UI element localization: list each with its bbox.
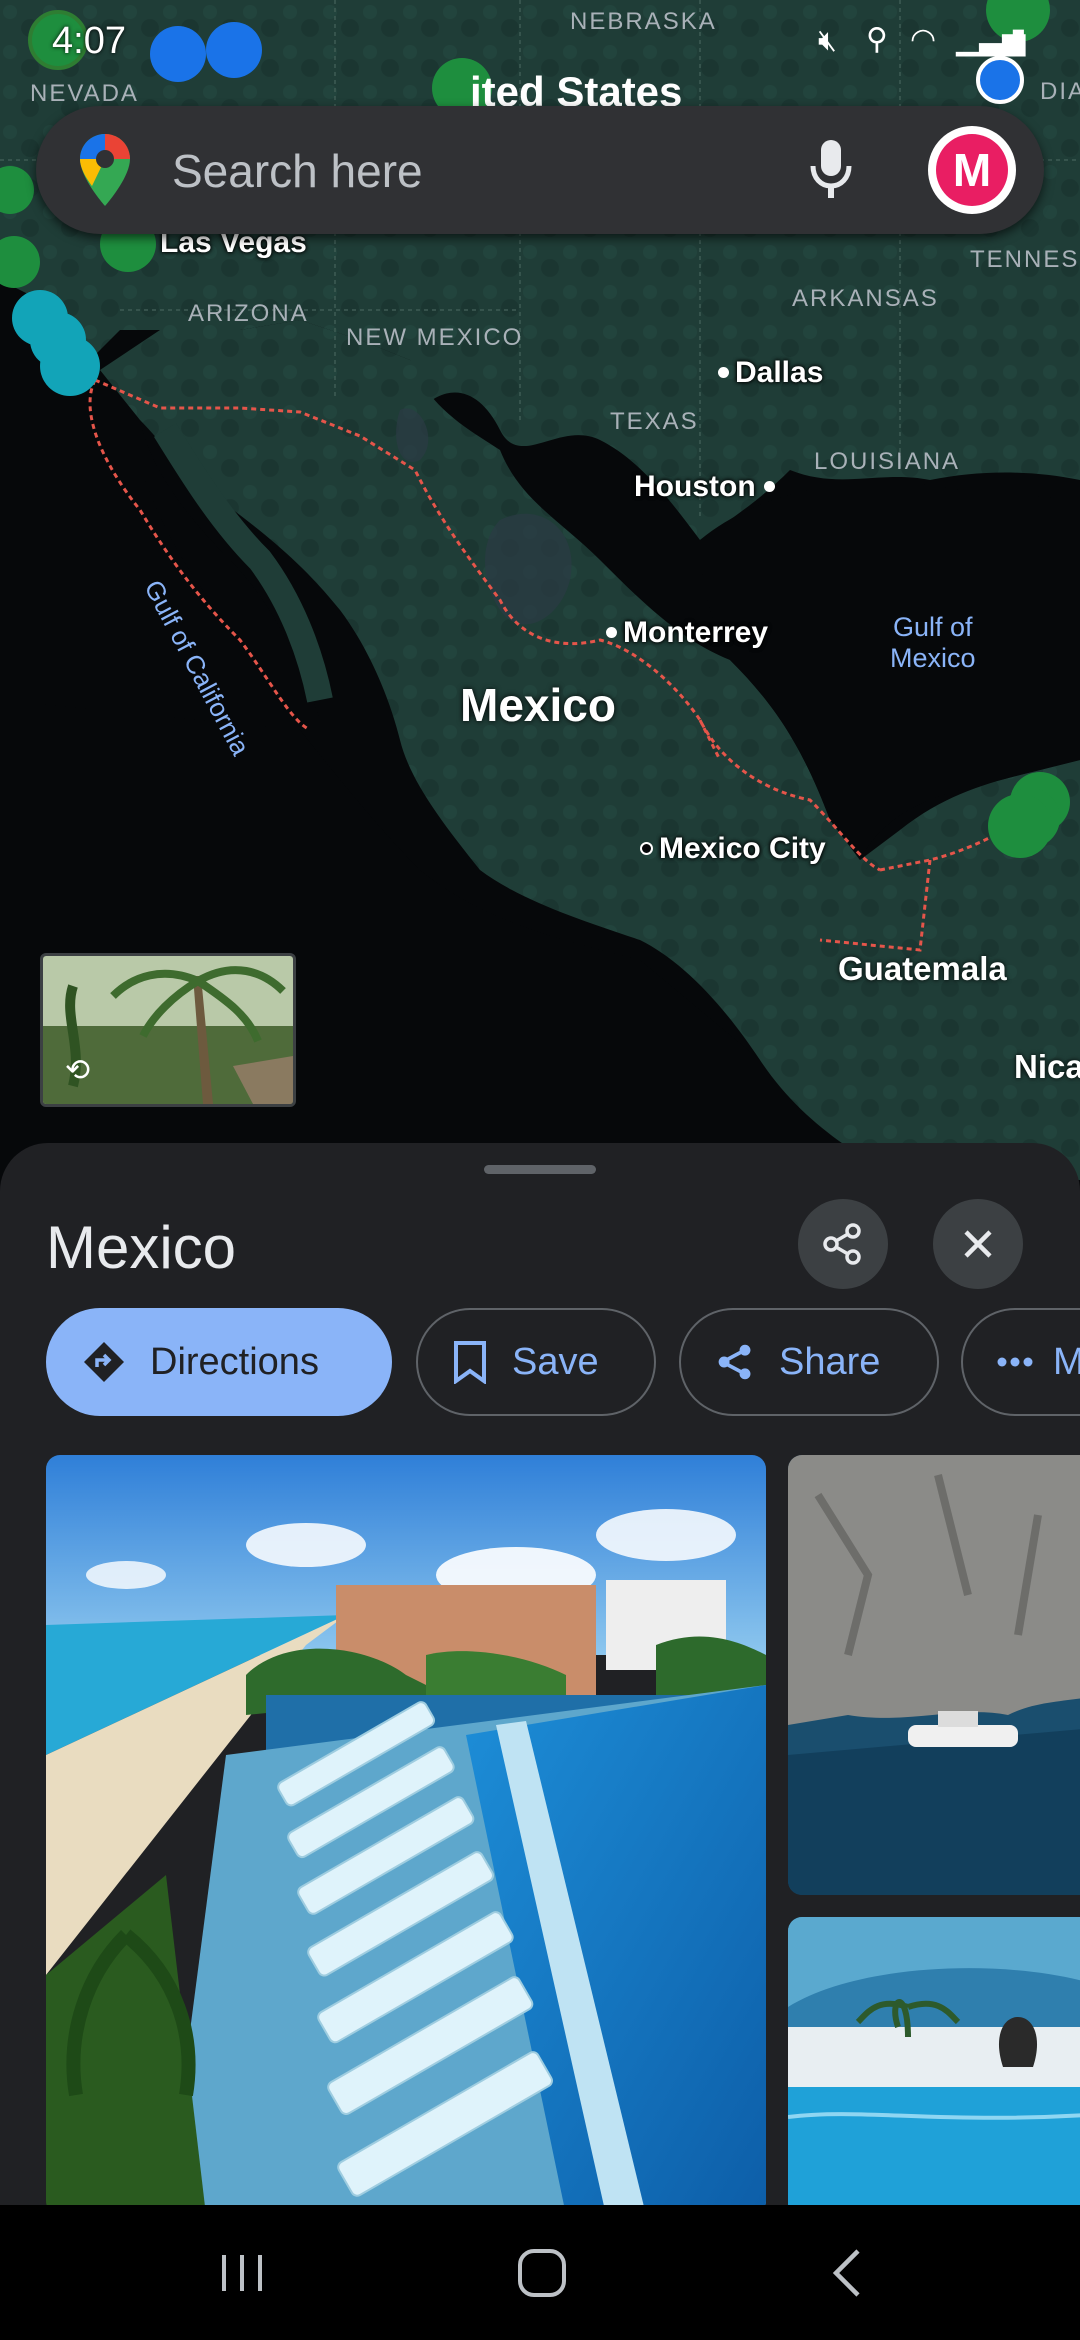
label-nicaragua: Nica (1014, 1048, 1080, 1085)
recent-apps-icon (222, 2255, 262, 2291)
place-sheet: Mexico Directions Save Share M (0, 1143, 1080, 2205)
account-avatar[interactable]: M (928, 126, 1016, 214)
label-louisiana: LOUISIANA (814, 448, 961, 475)
more-icon (997, 1357, 1033, 1367)
wifi-icon: ◠ (910, 23, 937, 56)
share-label: Share (779, 1340, 881, 1383)
photo-rocks-boat[interactable] (788, 1455, 1080, 1895)
more-button[interactable]: M (961, 1308, 1080, 1416)
action-chips: Directions Save Share M (46, 1308, 1080, 1420)
label-gulf-of-mexico: Gulf of Mexico (890, 612, 976, 673)
label-arkansas: ARKANSAS (792, 285, 939, 312)
recent-apps-button[interactable] (212, 2243, 272, 2303)
mute-icon: 🔇︎ (818, 24, 837, 57)
back-icon (832, 2249, 860, 2297)
avatar-letter: M (936, 134, 1008, 206)
share-button[interactable]: Share (679, 1308, 939, 1416)
location-icon: ⚲ (866, 23, 888, 56)
sheet-drag-handle[interactable] (484, 1165, 596, 1174)
label-houston: Houston (634, 470, 775, 504)
place-title: Mexico (46, 1214, 237, 1281)
status-bar: 4:07 🔇︎ ⚲ ◠ ▁▃▅ ▮ (0, 0, 1080, 90)
search-input[interactable]: Search here (172, 144, 423, 198)
label-tennessee: TENNES (970, 246, 1080, 273)
photo-infinity-pool[interactable] (788, 1917, 1080, 2205)
share-icon (823, 1223, 861, 1265)
street-view-thumbnail[interactable]: ⟲ (40, 953, 296, 1107)
back-button[interactable] (818, 2243, 878, 2303)
bookmark-icon (452, 1340, 488, 1384)
label-mexico: Mexico (460, 679, 616, 731)
home-icon (518, 2249, 566, 2297)
microphone-icon[interactable] (806, 136, 856, 204)
close-icon (964, 1230, 992, 1258)
directions-icon (82, 1340, 126, 1384)
directions-label: Directions (150, 1340, 319, 1383)
360-icon: ⟲ (65, 1054, 91, 1087)
label-arizona: ARIZONA (188, 300, 309, 327)
infinity-pool-image (788, 1917, 1080, 2205)
more-label: M (1053, 1340, 1080, 1383)
close-button[interactable] (933, 1199, 1023, 1289)
label-mexico-city: Mexico City (640, 832, 826, 866)
rocks-boat-image (788, 1455, 1080, 1895)
label-texas: TEXAS (610, 408, 699, 435)
label-dallas: Dallas (718, 356, 823, 390)
resort-pool-image (46, 1455, 766, 2205)
save-label: Save (512, 1340, 599, 1383)
label-new-mexico: NEW MEXICO (346, 324, 524, 351)
photo-gallery (46, 1455, 1080, 2205)
label-guatemala: Guatemala (838, 950, 1007, 987)
share-round-button[interactable] (798, 1199, 888, 1289)
directions-button[interactable]: Directions (46, 1308, 392, 1416)
save-button[interactable]: Save (416, 1308, 656, 1416)
share-icon (715, 1342, 755, 1382)
status-time: 4:07 (52, 20, 126, 62)
google-maps-logo-icon (80, 134, 130, 206)
search-bar[interactable]: Search here M (36, 106, 1044, 234)
system-nav-bar (0, 2205, 1080, 2340)
photo-resort-pool[interactable] (46, 1455, 766, 2205)
home-button[interactable] (512, 2243, 572, 2303)
battery-icon: ▮ (1010, 23, 1027, 56)
label-monterrey: Monterrey (606, 616, 768, 650)
